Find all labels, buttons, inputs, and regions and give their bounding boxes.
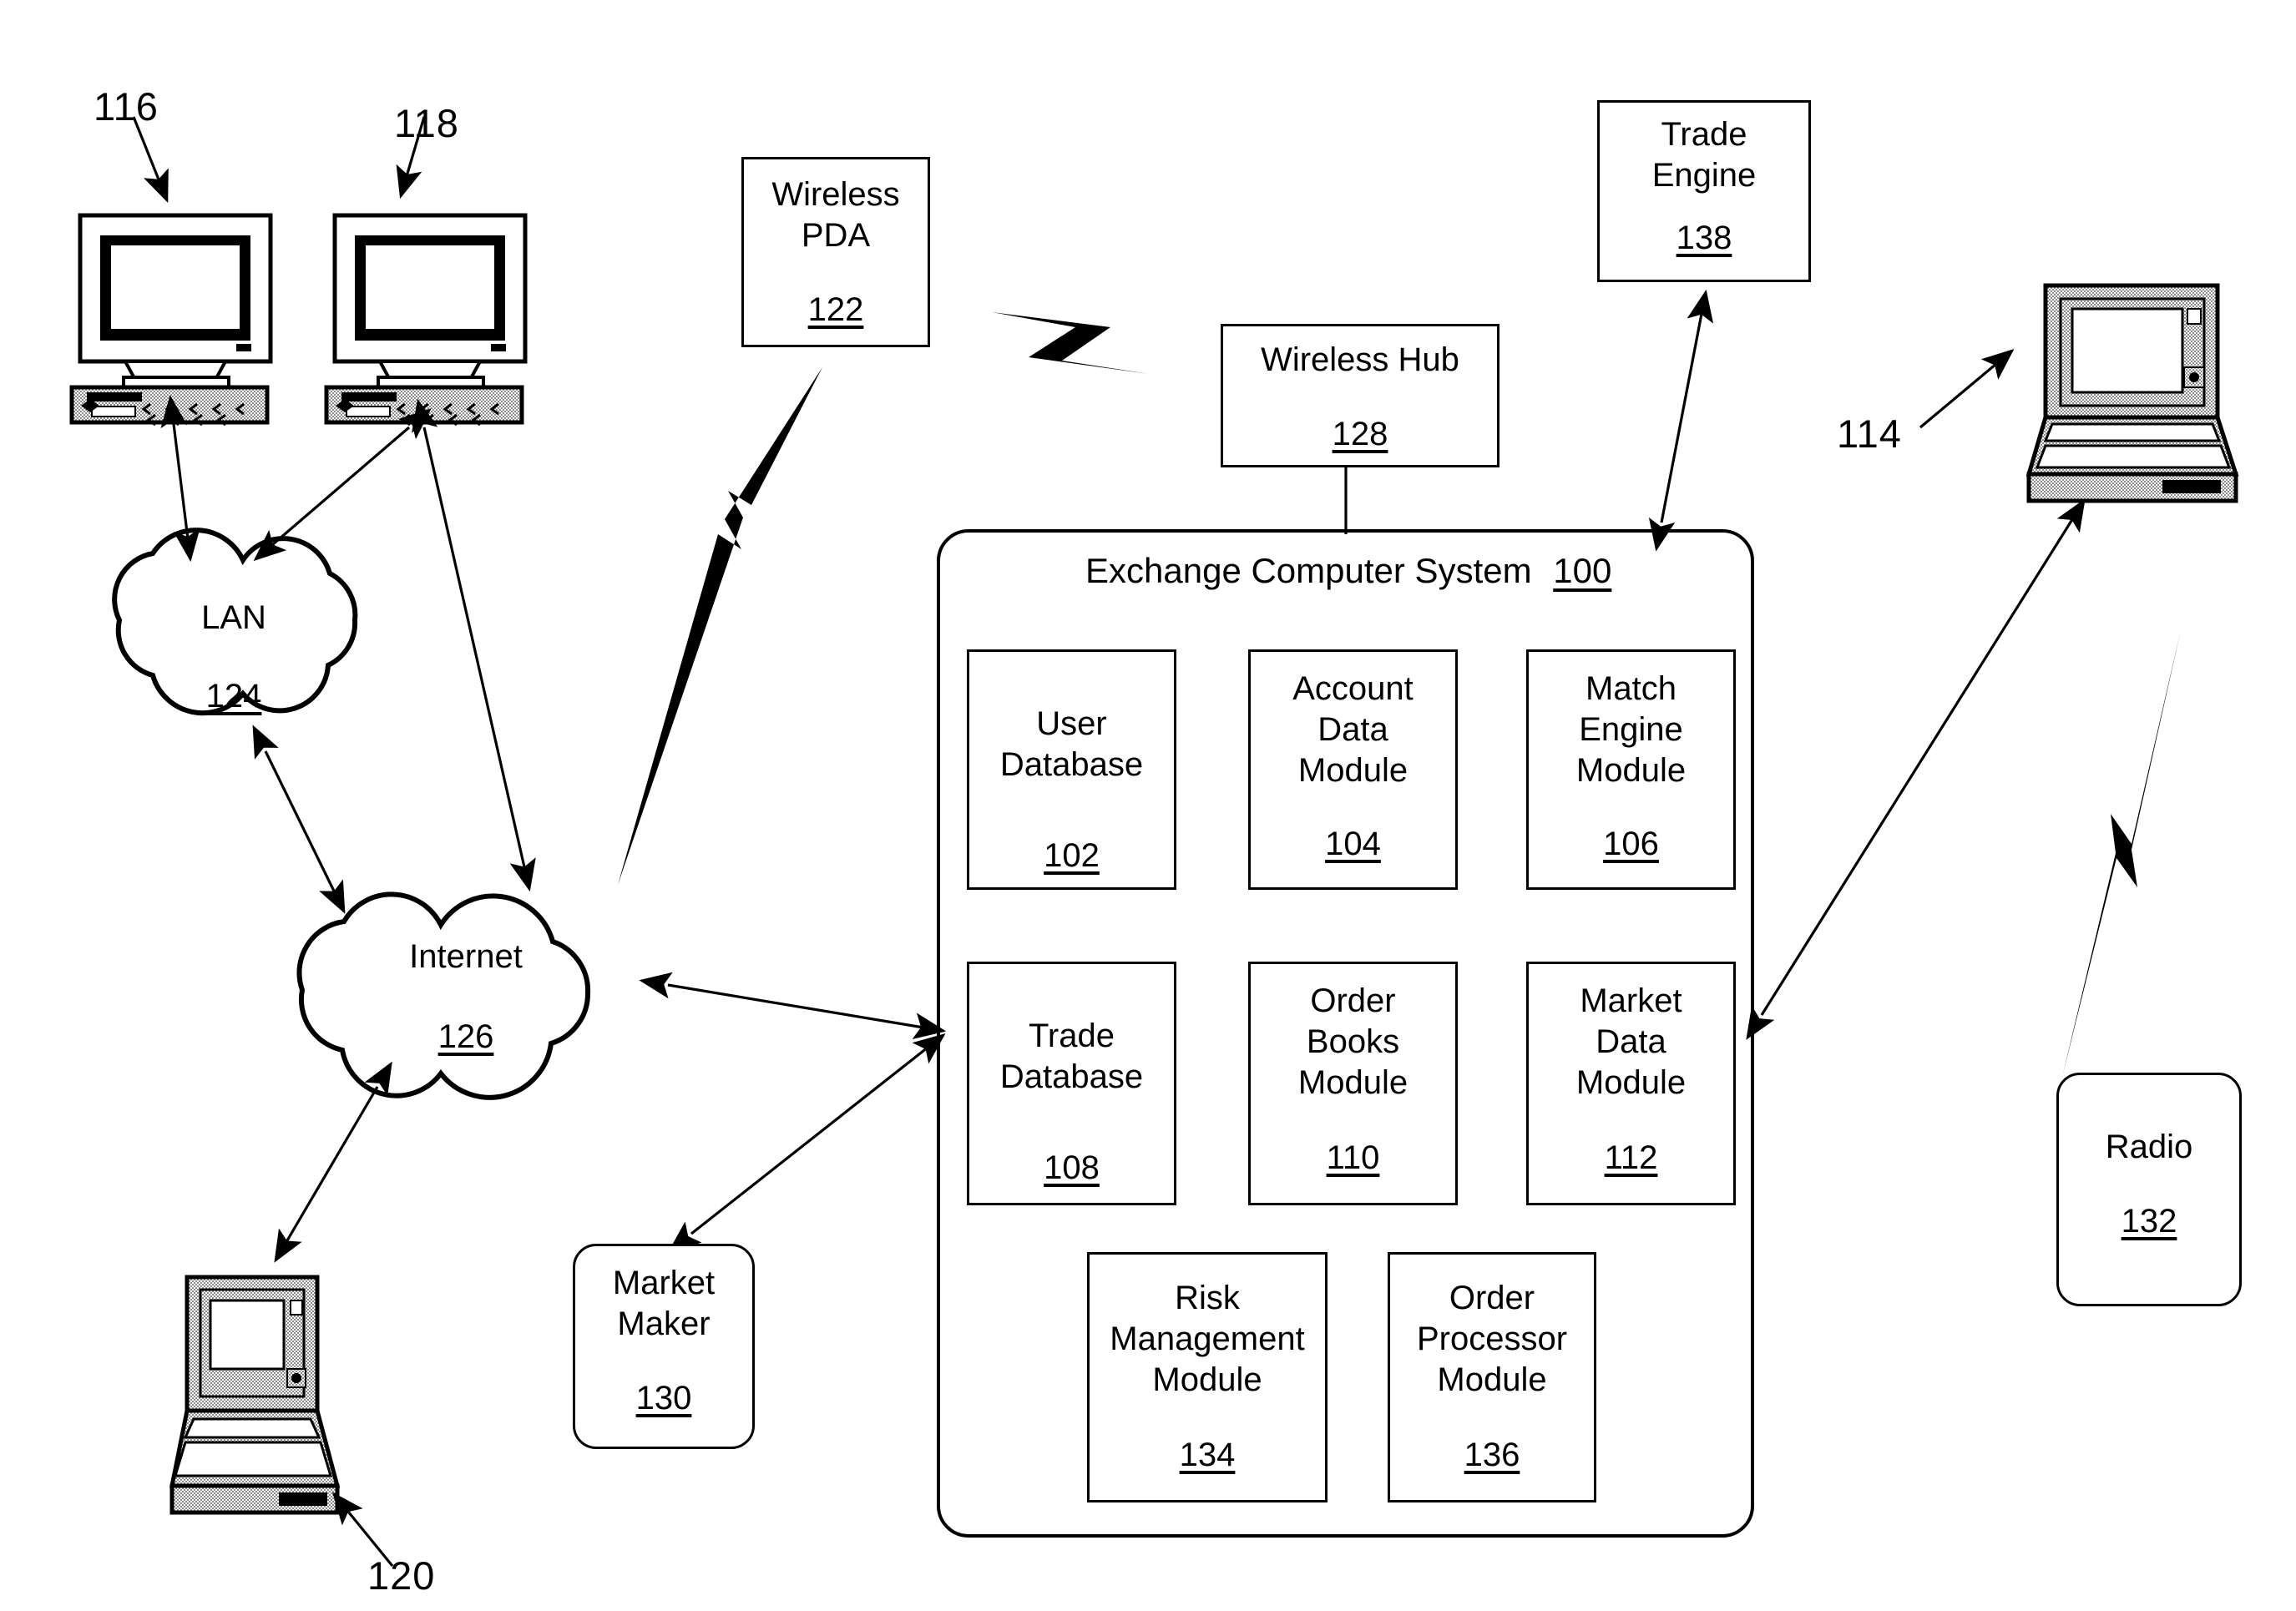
laptop-computer-114-icon [2025, 283, 2239, 503]
trade-engine-ref: 138 [1676, 219, 1732, 256]
wireless-hub-label: Wireless Hub [1261, 341, 1459, 378]
lightning-bolt-icon-pda-internet [618, 367, 822, 885]
wireless-hub-ref: 128 [1332, 415, 1388, 452]
ref-number-120: 120 [367, 1553, 436, 1598]
order-processor-ref: 136 [1464, 1437, 1520, 1474]
internet-label: Internet [409, 938, 523, 975]
link-lan-internet [252, 725, 346, 914]
figure-canvas: 116 118 120 114 LAN 124 Internet 126 Wir… [0, 0, 2296, 1611]
exchange-system-title-wrap: Exchange Computer System 100 [1085, 551, 1611, 591]
lan-cloud: LAN 124 [109, 534, 359, 768]
radio-label: Radio [2105, 1129, 2193, 1165]
lan-ref: 124 [205, 678, 262, 715]
module-account-data[interactable]: Account Data Module 104 [1248, 649, 1458, 890]
internet-ref: 126 [437, 1018, 494, 1055]
module-market-data[interactable]: Market Data Module 112 [1526, 962, 1736, 1205]
account-data-ref: 104 [1325, 826, 1381, 863]
exchange-system-label: Exchange Computer System [1085, 551, 1532, 590]
internet-cloud: Internet 126 [299, 895, 633, 1112]
node-wireless-pda[interactable]: Wireless PDA 122 [741, 157, 930, 347]
ref-number-114: 114 [1837, 412, 1902, 456]
leader-arrow-114 [1919, 348, 2015, 429]
link-internet-exchange [639, 972, 947, 1039]
wireless-pda-label: Wireless PDA [771, 176, 900, 254]
lightning-bolt-icon-pda-hub [992, 312, 1149, 374]
lan-label: LAN [201, 599, 266, 636]
node-wireless-hub[interactable]: Wireless Hub 128 [1221, 324, 1499, 467]
order-books-label: Order Books Module [1297, 982, 1408, 1101]
module-trade-database[interactable]: Trade Database 108 [967, 962, 1176, 1205]
market-maker-label: Market Maker [612, 1265, 716, 1342]
module-user-database[interactable]: User Database 102 [967, 649, 1176, 890]
desktop-computer-118-icon [324, 213, 528, 427]
match-engine-ref: 106 [1603, 826, 1659, 863]
risk-management-label: Risk Management Module [1110, 1280, 1305, 1398]
link-internet-laptop120 [274, 1061, 392, 1263]
desktop-computer-116-icon [69, 213, 273, 427]
link-marketmaker-exchange [668, 1033, 946, 1252]
wireless-pda-ref: 122 [807, 290, 864, 328]
trade-engine-label: Trade Engine [1651, 116, 1757, 194]
lightning-bolt-icon-radio-laptop [2062, 630, 2181, 1077]
leader-arrow-116 [132, 116, 169, 203]
trade-database-ref: 108 [1044, 1149, 1100, 1186]
match-engine-label: Match Engine Module [1575, 670, 1687, 789]
order-processor-label: Order Processor Module [1416, 1280, 1568, 1398]
module-order-processor[interactable]: Order Processor Module 136 [1388, 1252, 1596, 1502]
trade-database-label: Trade Database [999, 1018, 1144, 1095]
node-radio[interactable]: Radio 132 [2056, 1073, 2242, 1306]
module-match-engine[interactable]: Match Engine Module 106 [1526, 649, 1736, 890]
market-data-label: Market Data Module [1575, 982, 1687, 1101]
risk-management-ref: 134 [1179, 1437, 1236, 1474]
user-database-ref: 102 [1044, 836, 1100, 874]
module-risk-management[interactable]: Risk Management Module 134 [1087, 1252, 1328, 1502]
link-marketdata-laptop114 [1746, 498, 2086, 1040]
ref-number-116: 116 [94, 84, 159, 129]
order-books-ref: 110 [1326, 1139, 1380, 1177]
user-database-label: User Database [999, 705, 1144, 783]
link-exchange-tradeengine [1648, 289, 1714, 552]
ref-number-118: 118 [394, 101, 459, 145]
link-118-internet [412, 398, 536, 892]
radio-ref: 132 [2121, 1202, 2177, 1240]
node-market-maker[interactable]: Market Maker 130 [573, 1244, 755, 1449]
exchange-system-ref: 100 [1553, 551, 1612, 590]
laptop-computer-120-icon [169, 1275, 341, 1515]
market-maker-ref: 130 [635, 1379, 692, 1417]
account-data-label: Account Data Module [1292, 670, 1414, 789]
module-order-books[interactable]: Order Books Module 110 [1248, 962, 1458, 1205]
market-data-ref: 112 [1604, 1139, 1658, 1177]
node-trade-engine[interactable]: Trade Engine 138 [1597, 100, 1811, 282]
